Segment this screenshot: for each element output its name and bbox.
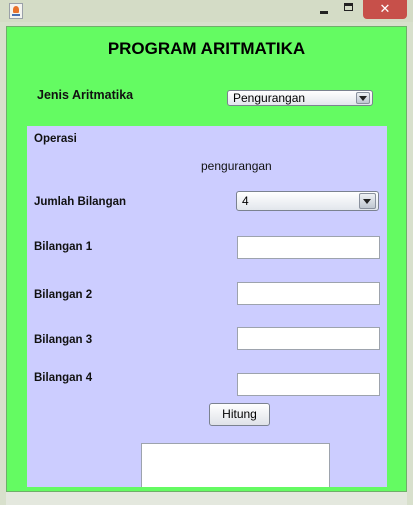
chevron-down-icon[interactable] xyxy=(359,193,376,209)
bilangan-2-input[interactable] xyxy=(237,282,380,305)
operasi-value: pengurangan xyxy=(201,159,272,173)
bilangan-4-label: Bilangan 4 xyxy=(34,372,93,384)
bilangan-2-label: Bilangan 2 xyxy=(34,289,93,301)
bilangan-4-input[interactable] xyxy=(237,373,380,396)
result-textarea[interactable] xyxy=(141,443,330,487)
close-icon: ✕ xyxy=(379,2,391,17)
maximize-icon[interactable] xyxy=(337,0,362,19)
bilangan-1-input[interactable] xyxy=(237,236,380,259)
hitung-button[interactable]: Hitung xyxy=(209,403,270,426)
minimize-icon[interactable] xyxy=(311,0,336,19)
jenis-aritmatika-selected: Pengurangan xyxy=(233,91,306,105)
jumlah-bilangan-dropdown[interactable]: 4 xyxy=(236,191,379,211)
operation-panel: Operasi pengurangan Jumlah Bilangan 4 Bi… xyxy=(27,126,387,487)
java-app-icon xyxy=(9,3,23,19)
jenis-aritmatika-label: Jenis Aritmatika xyxy=(37,88,134,102)
jumlah-bilangan-selected: 4 xyxy=(242,194,249,208)
main-frame: PROGRAM ARITMATIKA Jenis Aritmatika Peng… xyxy=(6,26,407,492)
bilangan-3-label: Bilangan 3 xyxy=(34,334,93,346)
jumlah-bilangan-label: Jumlah Bilangan xyxy=(34,196,127,208)
jenis-aritmatika-dropdown[interactable]: Pengurangan xyxy=(227,90,373,106)
operasi-label: Operasi xyxy=(34,133,77,145)
close-button[interactable]: ✕ xyxy=(363,0,407,19)
page-title: PROGRAM ARITMATIKA xyxy=(107,39,306,58)
window-titlebar[interactable]: ✕ xyxy=(0,0,413,22)
bilangan-3-input[interactable] xyxy=(237,327,380,350)
window-bottom-edge xyxy=(6,492,407,505)
bilangan-1-label: Bilangan 1 xyxy=(34,241,93,253)
chevron-down-icon[interactable] xyxy=(356,92,370,104)
